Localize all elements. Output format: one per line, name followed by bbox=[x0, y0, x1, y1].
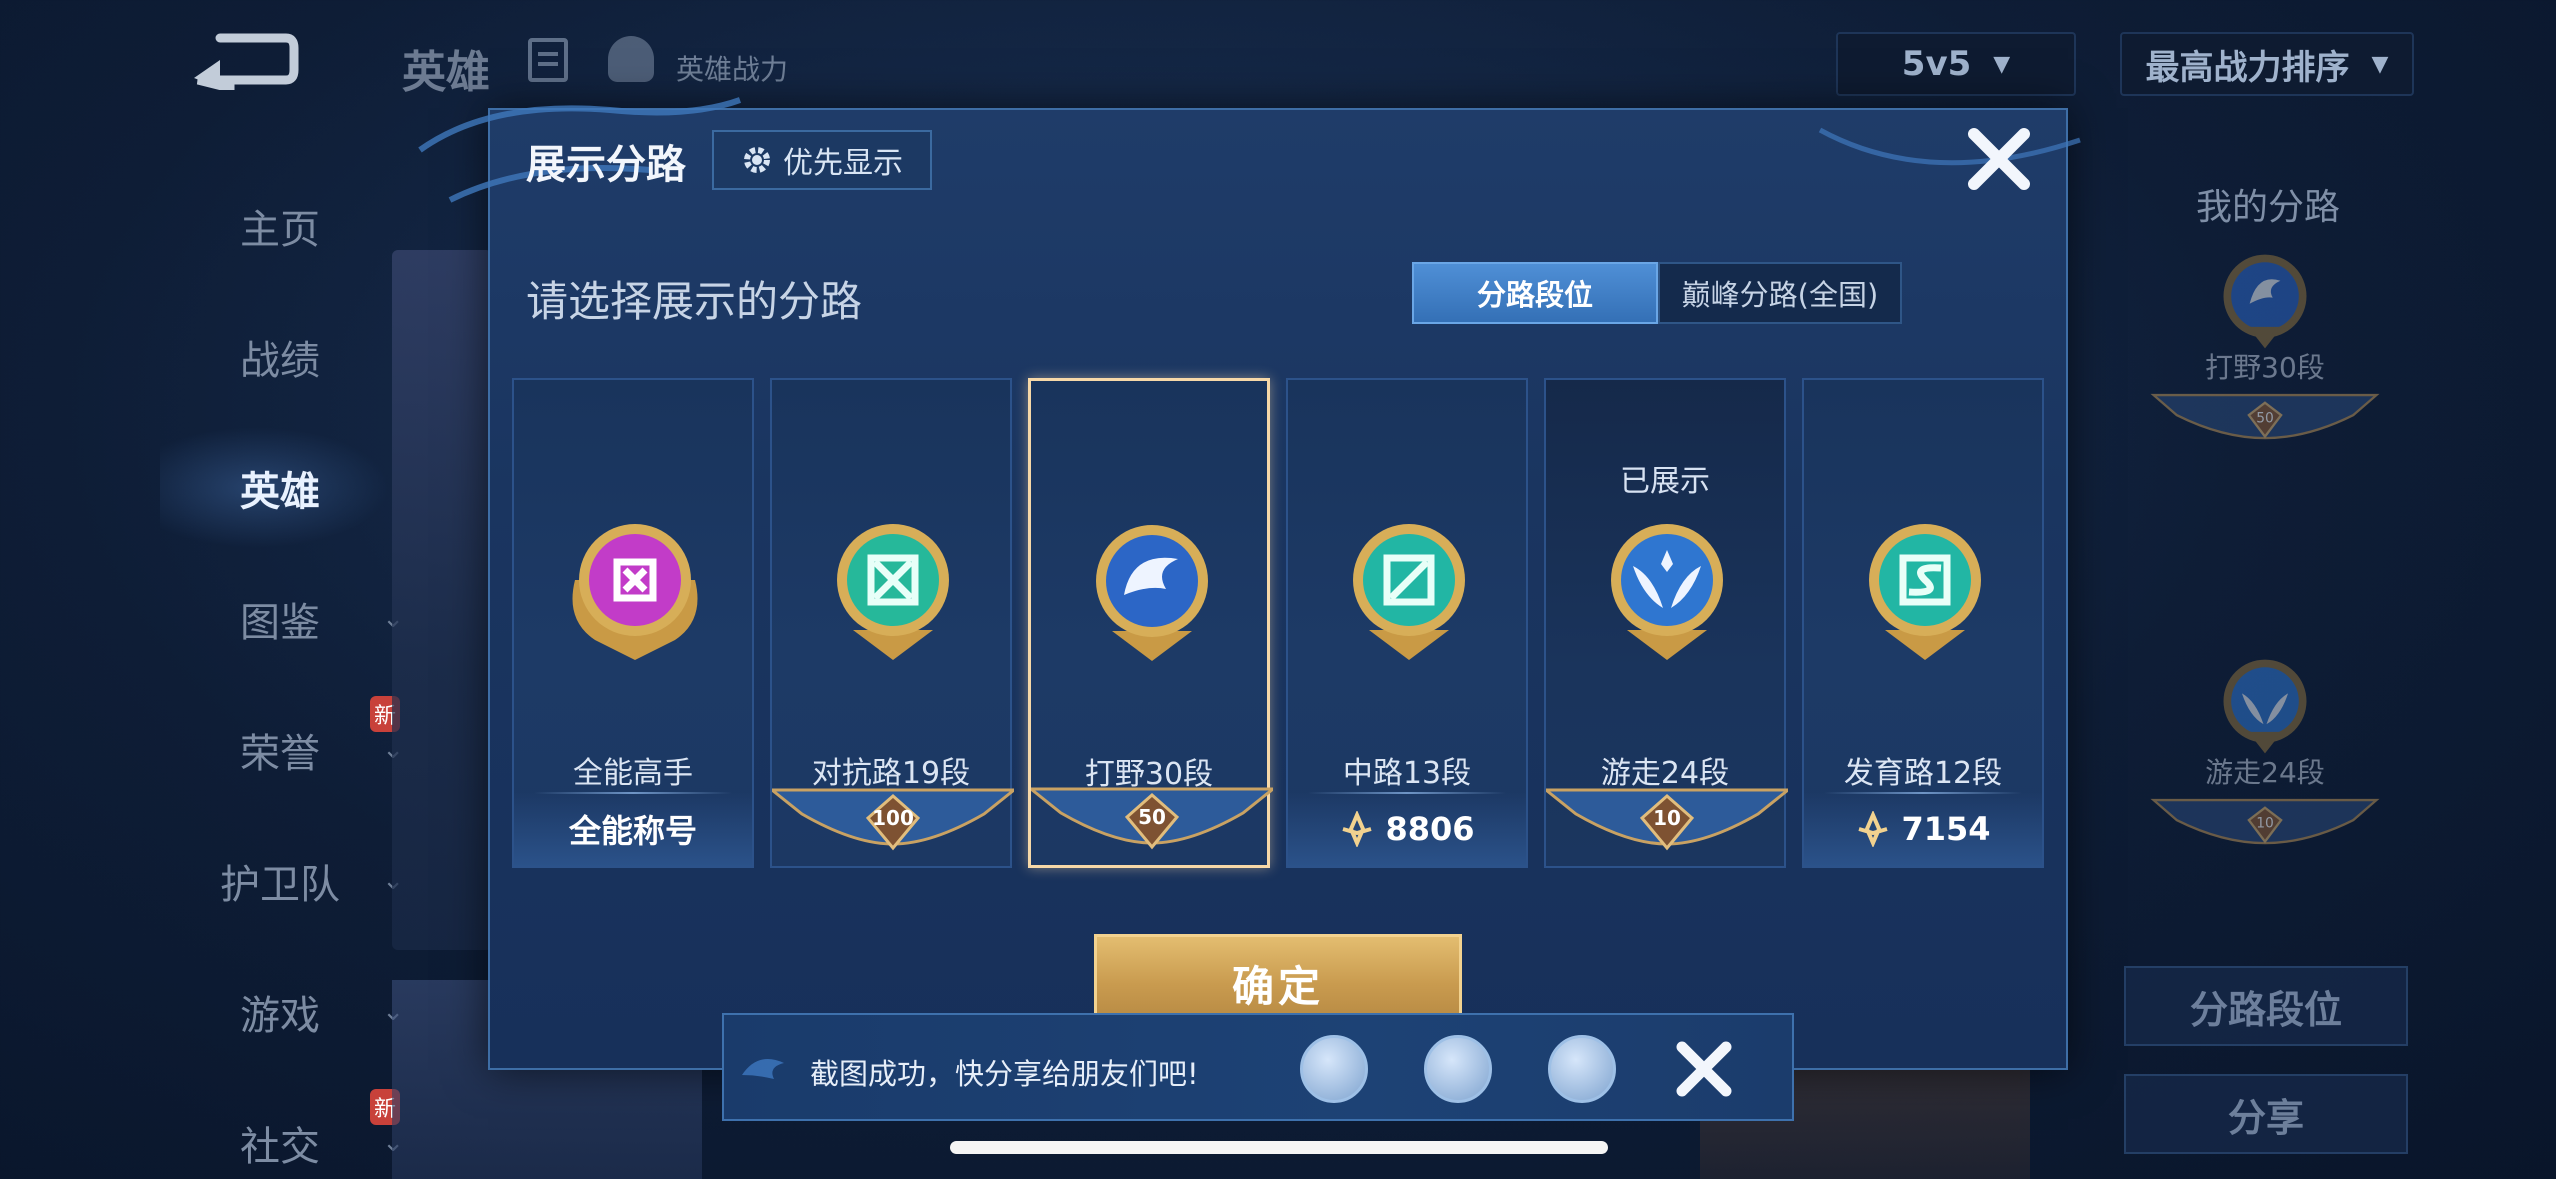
chevron-down-icon: ▼ bbox=[1993, 51, 2011, 77]
title-label: 全能称号 bbox=[568, 812, 697, 850]
sidebar: 主页 战绩 英雄 图鉴⌄ 荣誉新⌄ 护卫队⌄ 游戏⌄ 社交新⌄ bbox=[160, 160, 404, 1179]
lane-name: 发育路12段 bbox=[1843, 756, 2003, 791]
lane-card-all-round[interactable]: 全能高手 全能称号 bbox=[512, 378, 754, 868]
peak-points-icon bbox=[1858, 811, 1889, 847]
all-round-emblem-icon bbox=[572, 524, 698, 660]
sidebar-item-social[interactable]: 社交新⌄ bbox=[160, 1077, 404, 1179]
hero-card-background bbox=[392, 250, 492, 950]
my-lane-entry: 游走24段 10 bbox=[2120, 655, 2410, 855]
rank-ribbon: 50 bbox=[2150, 393, 2380, 439]
my-lane-title: 我的分路 bbox=[2196, 187, 2341, 228]
my-lane-label: 游走24段 bbox=[2205, 755, 2325, 789]
sidebar-item-label: 游戏 bbox=[240, 992, 320, 1039]
qq-icon[interactable] bbox=[1300, 1035, 1368, 1103]
my-lane-label: 打野30段 bbox=[2205, 350, 2325, 384]
home-indicator[interactable] bbox=[950, 1141, 1608, 1154]
lane-card-farm[interactable]: 发育路12段 7154 bbox=[1802, 378, 2044, 868]
mid-lane-emblem-icon bbox=[1353, 524, 1465, 660]
swirl-decoration bbox=[1818, 127, 2081, 166]
swirl-decoration bbox=[742, 1059, 784, 1079]
lane-card-list: 全能高手 全能称号 对抗路19段 100 打野30段 50 中路13段 8806… bbox=[512, 378, 2044, 868]
chevron-down-icon: ▼ bbox=[2371, 51, 2389, 77]
rank-ribbon: 50 bbox=[1031, 787, 1273, 850]
farm-lane-emblem-icon bbox=[1869, 524, 1981, 660]
sidebar-item-guard[interactable]: 护卫队⌄ bbox=[160, 815, 404, 946]
rank-number: 10 bbox=[2256, 815, 2274, 831]
close-icon[interactable] bbox=[1672, 1037, 1736, 1101]
rank-ribbon: 10 bbox=[1546, 788, 1788, 851]
priority-display-label: 优先显示 bbox=[783, 146, 903, 181]
sidebar-item-record[interactable]: 战绩 bbox=[160, 291, 400, 422]
lane-name: 全能高手 bbox=[573, 756, 693, 791]
sidebar-item-label: 图鉴 bbox=[240, 599, 320, 646]
sidebar-item-home[interactable]: 主页 bbox=[160, 160, 400, 291]
roam-emblem-icon bbox=[1611, 524, 1723, 660]
list-icon[interactable] bbox=[528, 38, 568, 82]
rank-number: 50 bbox=[2256, 410, 2274, 426]
peak-points: 8806 bbox=[1385, 810, 1475, 848]
back-icon[interactable] bbox=[190, 30, 300, 90]
lane-footer: 全能称号 bbox=[514, 792, 752, 866]
mode-dropdown[interactable]: 5v5 ▼ bbox=[1836, 32, 2076, 96]
lane-footer: 8806 bbox=[1288, 792, 1526, 866]
jungle-emblem-icon bbox=[1096, 525, 1208, 661]
rank-ribbon: 100 bbox=[772, 788, 1014, 851]
shown-status-label: 已展示 bbox=[1620, 464, 1710, 499]
sidebar-item-label: 主页 bbox=[240, 206, 320, 253]
peak-points-icon bbox=[1342, 811, 1373, 847]
sidebar-item-label: 英雄 bbox=[240, 468, 320, 515]
qzone-icon[interactable] bbox=[1548, 1035, 1616, 1103]
sidebar-item-game[interactable]: 游戏⌄ bbox=[160, 946, 404, 1077]
dialog-title: 展示分路 bbox=[526, 142, 686, 188]
tab-lane-rank[interactable]: 分路段位 bbox=[1412, 262, 1658, 324]
sidebar-item-honor[interactable]: 荣誉新⌄ bbox=[160, 684, 404, 815]
jungle-emblem-icon bbox=[2223, 254, 2307, 349]
sidebar-item-collection[interactable]: 图鉴⌄ bbox=[160, 553, 404, 684]
sidebar-item-label: 荣誉 bbox=[240, 730, 320, 777]
my-lane-entry: 打野30段 50 bbox=[2120, 250, 2410, 450]
lane-card-jungle[interactable]: 打野30段 50 bbox=[1028, 378, 1273, 868]
share-message: 截图成功，快分享给朋友们吧! bbox=[810, 1057, 1199, 1091]
helmet-icon bbox=[608, 36, 654, 82]
rank-number: 100 bbox=[872, 806, 914, 830]
lane-footer: 7154 bbox=[1804, 792, 2042, 866]
sidebar-item-hero[interactable]: 英雄 bbox=[160, 422, 400, 553]
sidebar-item-label: 社交 bbox=[240, 1123, 320, 1170]
lane-name: 中路13段 bbox=[1342, 756, 1472, 791]
emblem-core bbox=[1621, 534, 1713, 626]
lane-card-mid[interactable]: 中路13段 8806 bbox=[1286, 378, 1528, 868]
tab-peak-lane[interactable]: 巅峰分路(全国) bbox=[1658, 262, 1902, 324]
lane-tabs: 分路段位 巅峰分路(全国) bbox=[1412, 262, 1902, 324]
sort-dropdown-value: 最高战力排序 bbox=[2145, 47, 2350, 88]
share-button[interactable]: 分享 bbox=[2124, 1074, 2408, 1154]
sidebar-item-label: 护卫队 bbox=[220, 861, 340, 908]
share-toast: 截图成功，快分享给朋友们吧! bbox=[722, 1013, 1794, 1121]
gear-icon bbox=[744, 147, 770, 173]
priority-display-button[interactable]: 优先显示 bbox=[712, 130, 932, 190]
clash-lane-emblem-icon bbox=[837, 524, 949, 660]
rank-number: 50 bbox=[1138, 805, 1166, 829]
close-icon[interactable] bbox=[1966, 126, 2032, 192]
wechat-icon[interactable] bbox=[1424, 1035, 1492, 1103]
lane-card-roam[interactable]: 已展示 游走24段 10 bbox=[1544, 378, 1788, 868]
show-lane-dialog: 展示分路 优先显示 请选择展示的分路 分路段位 巅峰分路(全国) 全能高手 全能… bbox=[418, 97, 2081, 1070]
rank-number: 10 bbox=[1653, 806, 1681, 830]
sort-dropdown[interactable]: 最高战力排序 ▼ bbox=[2120, 32, 2414, 96]
select-lane-prompt: 请选择展示的分路 bbox=[526, 277, 863, 326]
lane-rank-button[interactable]: 分路段位 bbox=[2124, 966, 2408, 1046]
mode-dropdown-value: 5v5 bbox=[1901, 44, 1972, 84]
peak-points: 7154 bbox=[1901, 810, 1991, 848]
sidebar-item-label: 战绩 bbox=[240, 337, 320, 384]
hero-power-label[interactable]: 英雄战力 bbox=[676, 48, 788, 88]
rank-ribbon: 10 bbox=[2150, 798, 2380, 844]
lane-card-clash[interactable]: 对抗路19段 100 bbox=[770, 378, 1014, 868]
roam-emblem-icon bbox=[2223, 659, 2307, 754]
